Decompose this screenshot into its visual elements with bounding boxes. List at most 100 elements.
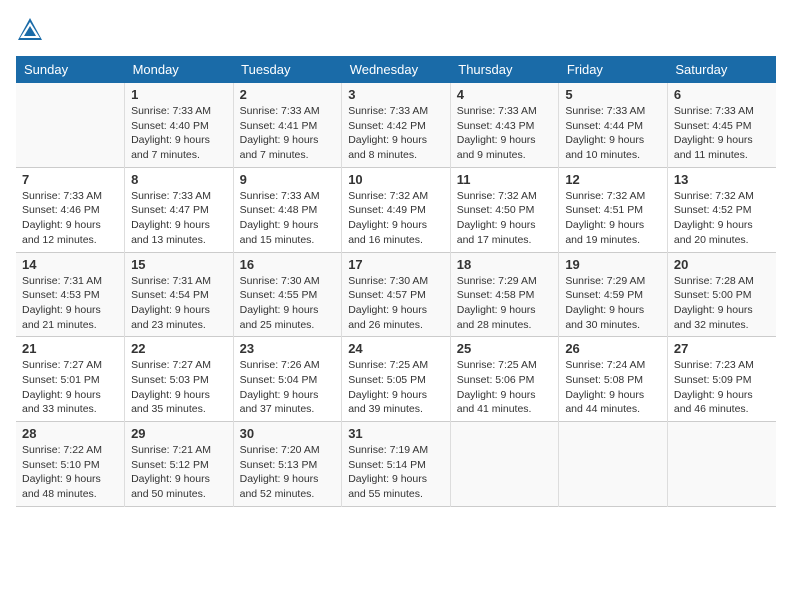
day-number: 8	[131, 172, 227, 187]
calendar-cell: 9 Sunrise: 7:33 AMSunset: 4:48 PMDaylight…	[233, 167, 342, 252]
day-detail: Sunrise: 7:33 AMSunset: 4:46 PMDaylight:…	[22, 189, 118, 248]
column-header-thursday: Thursday	[450, 56, 559, 83]
calendar-cell: 22Sunrise: 7:27 AMSunset: 5:03 PMDayligh…	[125, 337, 234, 422]
day-detail: Sunrise: 7:32 AMSunset: 4:51 PMDaylight:…	[565, 189, 661, 248]
calendar-cell: 4 Sunrise: 7:33 AMSunset: 4:43 PMDaylight…	[450, 83, 559, 167]
calendar-cell: 17 Sunrise: 7:30 AMSunset: 4:57 PMDayligh…	[342, 252, 451, 337]
week-row-3: 21 Sunrise: 7:27 AMSunset: 5:01 PMDayligh…	[16, 337, 776, 422]
calendar-cell	[559, 422, 668, 507]
column-header-monday: Monday	[125, 56, 234, 83]
column-header-sunday: Sunday	[16, 56, 125, 83]
calendar-cell: 26 Sunrise: 7:24 AMSunset: 5:08 PMDayligh…	[559, 337, 668, 422]
day-number: 2	[240, 87, 336, 102]
calendar-cell: 25 Sunrise: 7:25 AMSunset: 5:06 PMDayligh…	[450, 337, 559, 422]
calendar-cell: 18 Sunrise: 7:29 AMSunset: 4:58 PMDayligh…	[450, 252, 559, 337]
calendar-cell: 16 Sunrise: 7:30 AMSunset: 4:55 PMDayligh…	[233, 252, 342, 337]
week-row-2: 14 Sunrise: 7:31 AMSunset: 4:53 PMDayligh…	[16, 252, 776, 337]
calendar-cell: 21 Sunrise: 7:27 AMSunset: 5:01 PMDayligh…	[16, 337, 125, 422]
day-detail: Sunrise: 7:33 AMSunset: 4:47 PMDaylight:…	[131, 189, 227, 248]
day-number: 23	[240, 341, 336, 356]
day-number: 18	[457, 257, 553, 272]
column-header-tuesday: Tuesday	[233, 56, 342, 83]
day-detail: Sunrise: 7:25 AMSunset: 5:06 PMDaylight:…	[457, 358, 553, 417]
calendar-cell: 2 Sunrise: 7:33 AMSunset: 4:41 PMDaylight…	[233, 83, 342, 167]
day-detail: Sunrise: 7:27 AMSunset: 5:01 PMDaylight:…	[22, 358, 118, 417]
calendar-cell: 12 Sunrise: 7:32 AMSunset: 4:51 PMDayligh…	[559, 167, 668, 252]
day-number: 4	[457, 87, 553, 102]
calendar-cell	[667, 422, 776, 507]
calendar-table: SundayMondayTuesdayWednesdayThursdayFrid…	[16, 56, 776, 507]
day-number: 30	[240, 426, 336, 441]
day-detail: Sunrise: 7:31 AMSunset: 4:54 PMDaylight:…	[131, 274, 227, 333]
calendar-cell: 11Sunrise: 7:32 AMSunset: 4:50 PMDayligh…	[450, 167, 559, 252]
day-number: 28	[22, 426, 118, 441]
calendar-cell: 28Sunrise: 7:22 AMSunset: 5:10 PMDayligh…	[16, 422, 125, 507]
logo-icon	[16, 16, 44, 44]
day-number: 17	[348, 257, 444, 272]
day-number: 13	[674, 172, 770, 187]
calendar-cell: 3 Sunrise: 7:33 AMSunset: 4:42 PMDaylight…	[342, 83, 451, 167]
day-detail: Sunrise: 7:33 AMSunset: 4:41 PMDaylight:…	[240, 104, 336, 163]
calendar-header: SundayMondayTuesdayWednesdayThursdayFrid…	[16, 56, 776, 83]
day-detail: Sunrise: 7:33 AMSunset: 4:42 PMDaylight:…	[348, 104, 444, 163]
day-number: 14	[22, 257, 118, 272]
week-row-1: 7Sunrise: 7:33 AMSunset: 4:46 PMDaylight…	[16, 167, 776, 252]
calendar-cell: 29 Sunrise: 7:21 AMSunset: 5:12 PMDayligh…	[125, 422, 234, 507]
day-detail: Sunrise: 7:29 AMSunset: 4:58 PMDaylight:…	[457, 274, 553, 333]
day-number: 27	[674, 341, 770, 356]
calendar-cell: 31 Sunrise: 7:19 AMSunset: 5:14 PMDayligh…	[342, 422, 451, 507]
week-row-0: 1Sunrise: 7:33 AMSunset: 4:40 PMDaylight…	[16, 83, 776, 167]
calendar-cell: 19Sunrise: 7:29 AMSunset: 4:59 PMDayligh…	[559, 252, 668, 337]
day-detail: Sunrise: 7:24 AMSunset: 5:08 PMDaylight:…	[565, 358, 661, 417]
week-row-4: 28Sunrise: 7:22 AMSunset: 5:10 PMDayligh…	[16, 422, 776, 507]
day-number: 11	[457, 172, 553, 187]
day-detail: Sunrise: 7:25 AMSunset: 5:05 PMDaylight:…	[348, 358, 444, 417]
calendar-cell: 10 Sunrise: 7:32 AMSunset: 4:49 PMDayligh…	[342, 167, 451, 252]
day-number: 26	[565, 341, 661, 356]
calendar-cell	[450, 422, 559, 507]
day-number: 21	[22, 341, 118, 356]
calendar-body: 1Sunrise: 7:33 AMSunset: 4:40 PMDaylight…	[16, 83, 776, 506]
day-number: 12	[565, 172, 661, 187]
day-number: 22	[131, 341, 227, 356]
logo	[16, 16, 48, 44]
day-number: 25	[457, 341, 553, 356]
day-detail: Sunrise: 7:32 AMSunset: 4:49 PMDaylight:…	[348, 189, 444, 248]
column-header-friday: Friday	[559, 56, 668, 83]
day-detail: Sunrise: 7:21 AMSunset: 5:12 PMDaylight:…	[131, 443, 227, 502]
day-number: 16	[240, 257, 336, 272]
calendar-cell	[16, 83, 125, 167]
day-detail: Sunrise: 7:20 AMSunset: 5:13 PMDaylight:…	[240, 443, 336, 502]
calendar-cell: 1Sunrise: 7:33 AMSunset: 4:40 PMDaylight…	[125, 83, 234, 167]
calendar-cell: 27Sunrise: 7:23 AMSunset: 5:09 PMDayligh…	[667, 337, 776, 422]
day-number: 3	[348, 87, 444, 102]
day-number: 20	[674, 257, 770, 272]
day-number: 10	[348, 172, 444, 187]
calendar-cell: 8 Sunrise: 7:33 AMSunset: 4:47 PMDaylight…	[125, 167, 234, 252]
day-number: 9	[240, 172, 336, 187]
page-header	[16, 16, 776, 44]
day-detail: Sunrise: 7:30 AMSunset: 4:55 PMDaylight:…	[240, 274, 336, 333]
calendar-cell: 13Sunrise: 7:32 AMSunset: 4:52 PMDayligh…	[667, 167, 776, 252]
day-detail: Sunrise: 7:31 AMSunset: 4:53 PMDaylight:…	[22, 274, 118, 333]
day-detail: Sunrise: 7:33 AMSunset: 4:45 PMDaylight:…	[674, 104, 770, 163]
day-detail: Sunrise: 7:30 AMSunset: 4:57 PMDaylight:…	[348, 274, 444, 333]
day-detail: Sunrise: 7:19 AMSunset: 5:14 PMDaylight:…	[348, 443, 444, 502]
day-detail: Sunrise: 7:33 AMSunset: 4:43 PMDaylight:…	[457, 104, 553, 163]
day-detail: Sunrise: 7:28 AMSunset: 5:00 PMDaylight:…	[674, 274, 770, 333]
column-header-wednesday: Wednesday	[342, 56, 451, 83]
day-number: 15	[131, 257, 227, 272]
day-number: 6	[674, 87, 770, 102]
calendar-cell: 14 Sunrise: 7:31 AMSunset: 4:53 PMDayligh…	[16, 252, 125, 337]
day-number: 24	[348, 341, 444, 356]
calendar-cell: 24 Sunrise: 7:25 AMSunset: 5:05 PMDayligh…	[342, 337, 451, 422]
calendar-cell: 20 Sunrise: 7:28 AMSunset: 5:00 PMDayligh…	[667, 252, 776, 337]
day-detail: Sunrise: 7:26 AMSunset: 5:04 PMDaylight:…	[240, 358, 336, 417]
day-detail: Sunrise: 7:33 AMSunset: 4:44 PMDaylight:…	[565, 104, 661, 163]
day-number: 1	[131, 87, 227, 102]
calendar-cell: 6 Sunrise: 7:33 AMSunset: 4:45 PMDaylight…	[667, 83, 776, 167]
day-number: 31	[348, 426, 444, 441]
calendar-cell: 23 Sunrise: 7:26 AMSunset: 5:04 PMDayligh…	[233, 337, 342, 422]
day-number: 29	[131, 426, 227, 441]
day-detail: Sunrise: 7:33 AMSunset: 4:48 PMDaylight:…	[240, 189, 336, 248]
